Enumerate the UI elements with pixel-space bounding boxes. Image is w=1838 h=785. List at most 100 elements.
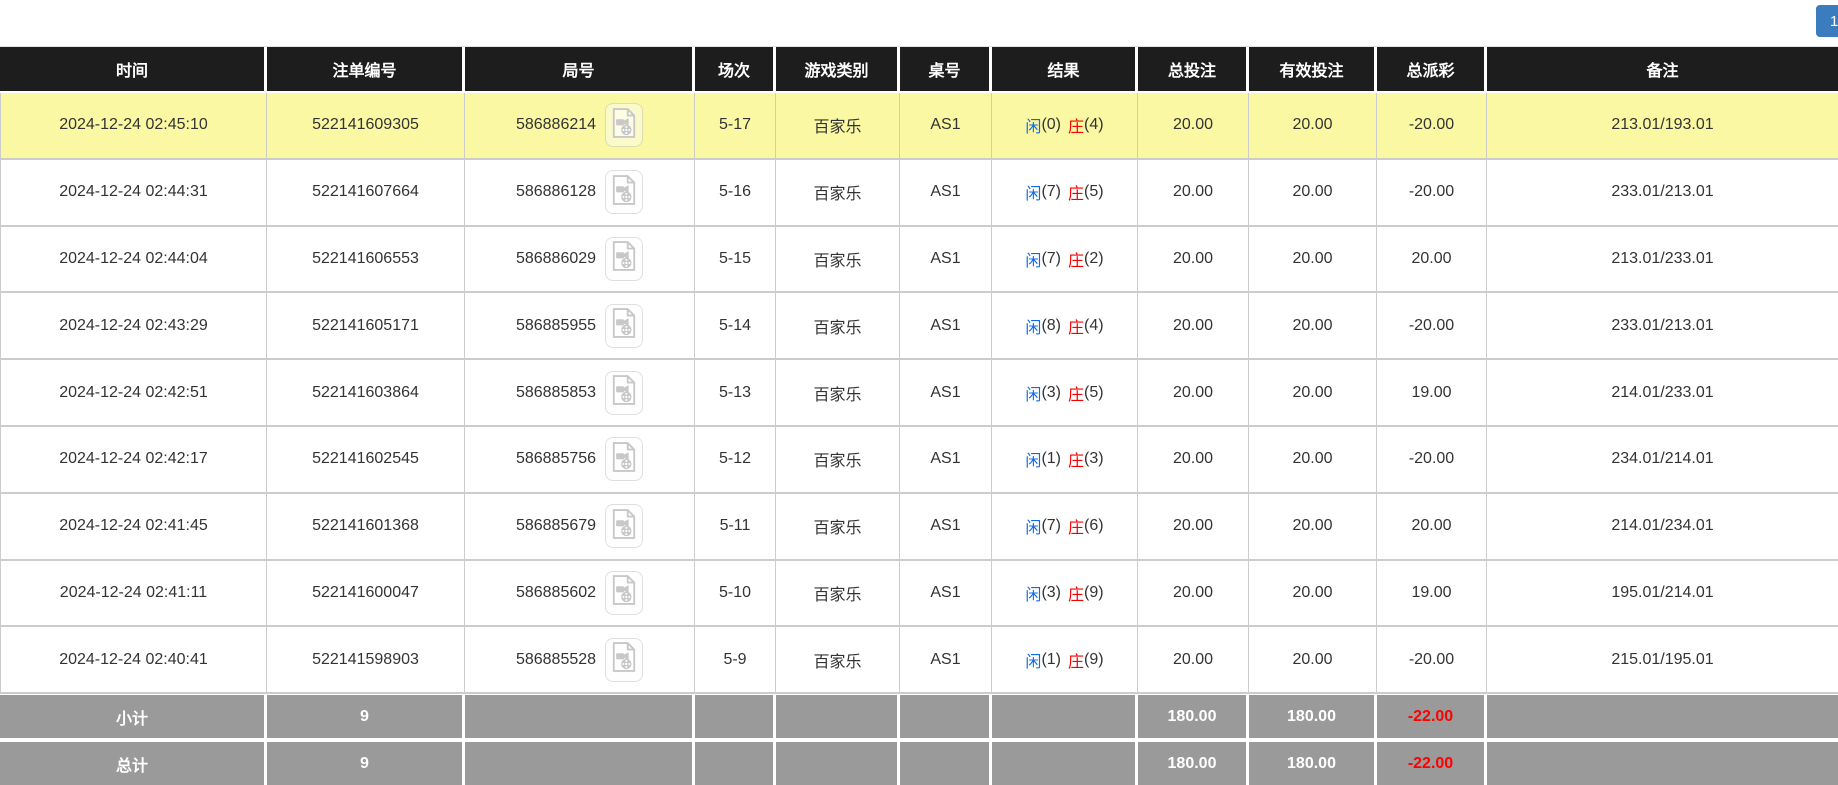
video-replay-button[interactable] [605, 304, 643, 348]
video-replay-icon [611, 509, 637, 544]
cell-payout: -20.00 [1377, 627, 1487, 694]
cell-remark: 214.01/233.01 [1487, 360, 1838, 427]
cell-round-no: 586886128 [465, 160, 695, 227]
pagination-page-button[interactable]: 1 [1816, 5, 1838, 37]
cell-round-no: 586885756 [465, 427, 695, 494]
subtotal-empty-session [695, 695, 776, 738]
cell-valid-bet: 20.00 [1249, 627, 1377, 694]
cell-total-bet: 20.00 [1138, 160, 1249, 227]
result-player-label: 闲 [1025, 447, 1041, 471]
table-row: 2024-12-24 02:40:41522141598903586885528… [0, 627, 1838, 694]
subtotal-payout: -22.00 [1377, 695, 1487, 738]
result-banker-score: (5) [1084, 384, 1104, 402]
round-no-value: 586885955 [516, 317, 596, 335]
cell-bet-no: 522141607664 [267, 160, 465, 227]
cell-total-bet: 20.00 [1138, 93, 1249, 160]
cell-bet-no: 522141598903 [267, 627, 465, 694]
video-replay-icon [611, 575, 637, 610]
table-row: 2024-12-24 02:45:10522141609305586886214… [0, 93, 1838, 160]
cell-bet-no: 522141606553 [267, 227, 465, 294]
cell-table-no: AS1 [900, 227, 992, 294]
cell-game-type: 百家乐 [776, 427, 900, 494]
cell-remark: 214.01/234.01 [1487, 494, 1838, 561]
cell-result: 闲(3)庄(5) [992, 360, 1138, 427]
result-banker-label: 庄 [1068, 514, 1084, 538]
cell-bet-no: 522141600047 [267, 561, 465, 628]
result-player-score: (1) [1041, 450, 1061, 468]
cell-valid-bet: 20.00 [1249, 93, 1377, 160]
video-replay-icon [611, 442, 637, 477]
subtotal-empty-remark [1487, 695, 1838, 738]
video-replay-button[interactable] [605, 437, 643, 481]
cell-valid-bet: 20.00 [1249, 360, 1377, 427]
video-replay-button[interactable] [605, 638, 643, 682]
cell-table-no: AS1 [900, 427, 992, 494]
result-banker-label: 庄 [1068, 247, 1084, 271]
round-no-value: 586885679 [516, 517, 596, 535]
result-player-score: (1) [1041, 651, 1061, 669]
grand-total-total-bet: 180.00 [1138, 742, 1249, 785]
video-replay-button[interactable] [605, 504, 643, 548]
result-player-label: 闲 [1025, 581, 1041, 605]
cell-payout: -20.00 [1377, 293, 1487, 360]
cell-game-type: 百家乐 [776, 293, 900, 360]
table-row: 2024-12-24 02:41:11522141600047586885602… [0, 561, 1838, 628]
cell-table-no: AS1 [900, 494, 992, 561]
subtotal-count: 9 [267, 695, 465, 738]
cell-result: 闲(8)庄(4) [992, 293, 1138, 360]
cell-round-no: 586885528 [465, 627, 695, 694]
video-replay-button[interactable] [605, 371, 643, 415]
result-banker-score: (6) [1084, 517, 1104, 535]
cell-total-bet: 20.00 [1138, 494, 1249, 561]
cell-time: 2024-12-24 02:41:11 [0, 561, 267, 628]
cell-time: 2024-12-24 02:44:04 [0, 227, 267, 294]
cell-time: 2024-12-24 02:42:51 [0, 360, 267, 427]
cell-game-type: 百家乐 [776, 627, 900, 694]
cell-game-type: 百家乐 [776, 160, 900, 227]
result-player-score: (7) [1041, 183, 1061, 201]
table-row: 2024-12-24 02:44:04522141606553586886029… [0, 227, 1838, 294]
grand-total-empty-game-type [776, 742, 900, 785]
cell-session: 5-12 [695, 427, 776, 494]
column-header-remark: 备注 [1487, 47, 1838, 93]
subtotal-empty-result [992, 695, 1138, 738]
round-no-value: 586886128 [516, 183, 596, 201]
cell-session: 5-10 [695, 561, 776, 628]
grand-total-empty-remark [1487, 742, 1838, 785]
round-no-value: 586885528 [516, 651, 596, 669]
cell-remark: 213.01/193.01 [1487, 93, 1838, 160]
column-header-session: 场次 [695, 47, 776, 93]
cell-remark: 233.01/213.01 [1487, 293, 1838, 360]
video-replay-button[interactable] [605, 237, 643, 281]
cell-result: 闲(0)庄(4) [992, 93, 1138, 160]
cell-time: 2024-12-24 02:43:29 [0, 293, 267, 360]
cell-time: 2024-12-24 02:41:45 [0, 494, 267, 561]
result-banker-label: 庄 [1068, 314, 1084, 338]
video-replay-button[interactable] [605, 571, 643, 615]
column-header-round-no: 局号 [465, 47, 695, 93]
cell-valid-bet: 20.00 [1249, 561, 1377, 628]
result-player-label: 闲 [1025, 180, 1041, 204]
subtotal-total-bet: 180.00 [1138, 695, 1249, 738]
result-banker-score: (4) [1084, 116, 1104, 134]
video-replay-icon [611, 375, 637, 410]
cell-total-bet: 20.00 [1138, 360, 1249, 427]
table-row: 2024-12-24 02:44:31522141607664586886128… [0, 160, 1838, 227]
grand-total-label: 总计 [0, 742, 267, 785]
result-player-label: 闲 [1025, 648, 1041, 672]
result-banker-score: (5) [1084, 183, 1104, 201]
video-replay-button[interactable] [605, 103, 643, 147]
cell-time: 2024-12-24 02:45:10 [0, 93, 267, 160]
column-header-payout: 总派彩 [1377, 47, 1487, 93]
cell-total-bet: 20.00 [1138, 293, 1249, 360]
cell-valid-bet: 20.00 [1249, 227, 1377, 294]
grand-total-empty-table-no [900, 742, 992, 785]
result-player-label: 闲 [1025, 381, 1041, 405]
cell-round-no: 586886029 [465, 227, 695, 294]
table-row: 2024-12-24 02:42:17522141602545586885756… [0, 427, 1838, 494]
grand-total-empty-result [992, 742, 1138, 785]
video-replay-button[interactable] [605, 170, 643, 214]
result-player-score: (0) [1041, 116, 1061, 134]
cell-game-type: 百家乐 [776, 561, 900, 628]
cell-total-bet: 20.00 [1138, 227, 1249, 294]
